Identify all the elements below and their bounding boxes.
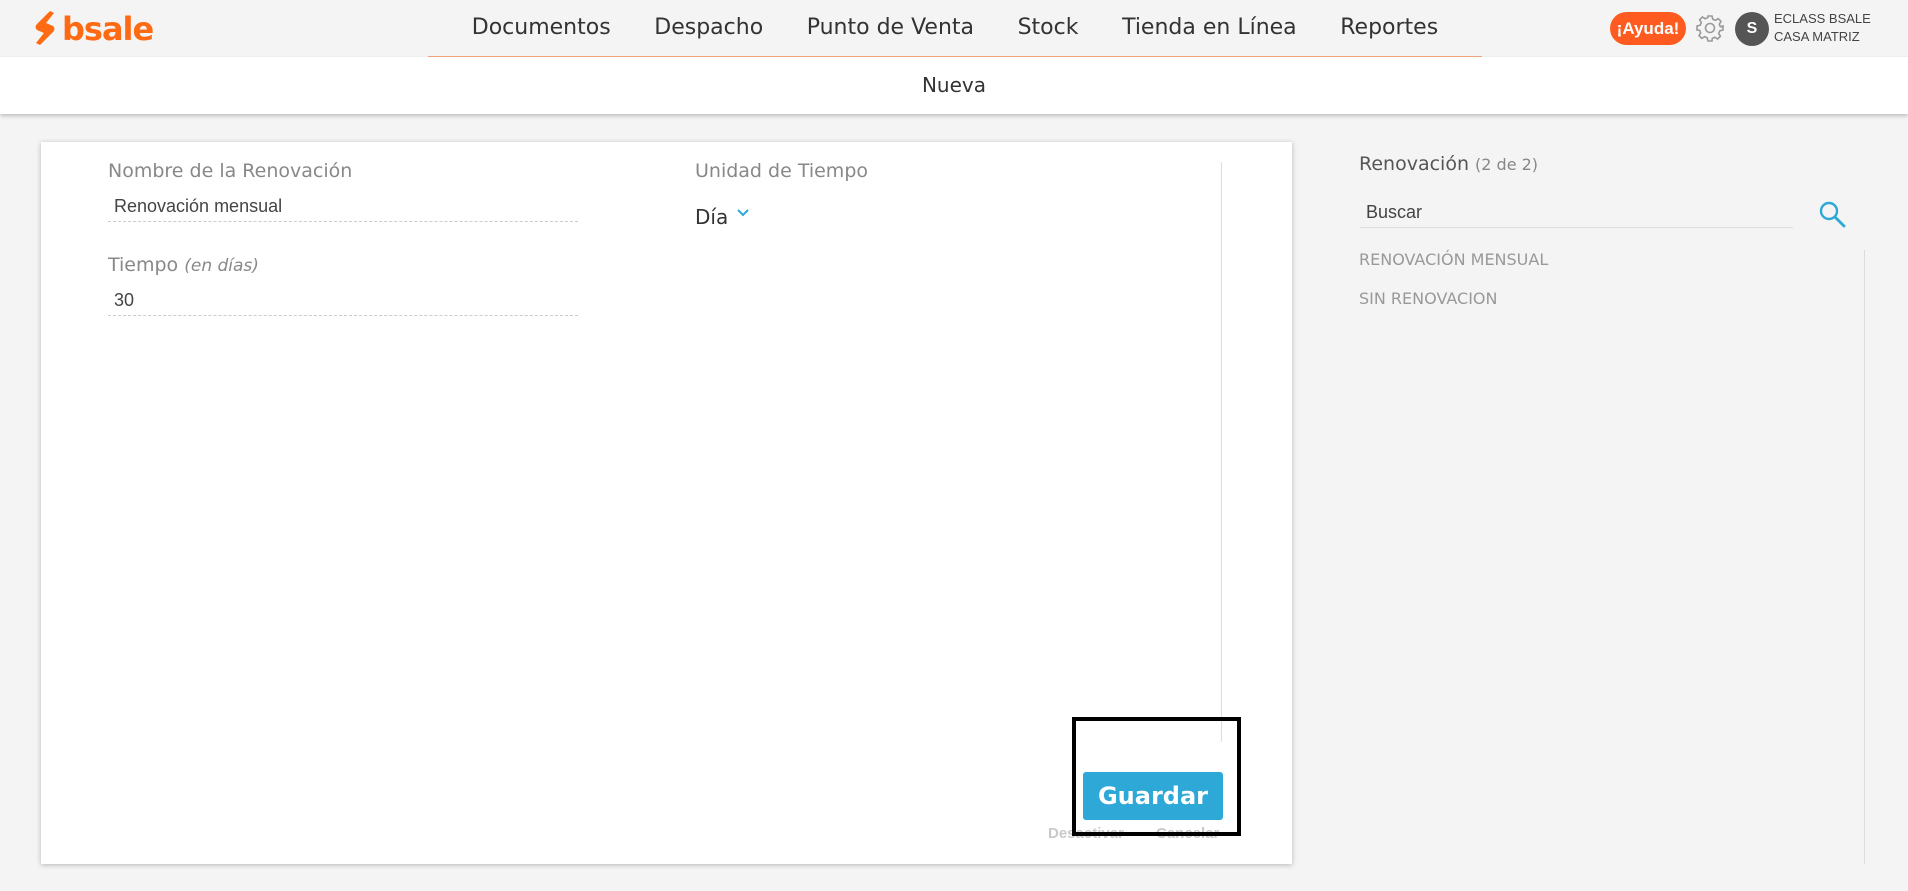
avatar[interactable]: S xyxy=(1735,12,1769,46)
nav-item-stock[interactable]: Stock xyxy=(1018,0,1079,57)
bsale-logo-icon xyxy=(35,11,55,45)
unit-select-value: Día xyxy=(695,205,729,229)
help-button[interactable]: ¡Ayuda! xyxy=(1610,12,1686,45)
company-info[interactable]: ECLASS BSALE CASA MATRIZ xyxy=(1774,10,1871,46)
time-label-text: Tiempo xyxy=(108,254,179,276)
nav-item-reportes[interactable]: Reportes xyxy=(1340,0,1438,57)
cancel-button[interactable]: Cancelar xyxy=(1156,825,1219,842)
bsale-logo[interactable]: bsale xyxy=(32,9,154,49)
gear-icon[interactable] xyxy=(1695,13,1725,43)
sidebar-title: Renovación (2 de 2) xyxy=(1359,153,1538,175)
company-name: ECLASS BSALE xyxy=(1774,11,1871,26)
search-icon[interactable] xyxy=(1818,200,1846,228)
search-input[interactable] xyxy=(1360,198,1793,228)
save-button[interactable]: Guardar xyxy=(1083,772,1223,820)
sub-header: Nueva xyxy=(0,57,1908,114)
time-input[interactable] xyxy=(108,286,578,316)
deactivate-button[interactable]: Desactivar xyxy=(1048,825,1124,842)
sidebar-divider xyxy=(1864,250,1865,864)
logo-text: bsale xyxy=(62,10,154,48)
top-bar: bsale Documentos Despacho Punto de Venta… xyxy=(0,0,1908,58)
vertical-divider xyxy=(1221,162,1222,742)
chevron-down-icon xyxy=(737,209,749,217)
nav-item-documentos[interactable]: Documentos xyxy=(472,0,611,57)
name-label: Nombre de la Renovación xyxy=(108,160,353,182)
time-label: Tiempo (en días) xyxy=(108,254,259,276)
sidebar-item-renovacion-mensual[interactable]: RENOVACIÓN MENSUAL xyxy=(1359,250,1548,269)
branch-name: CASA MATRIZ xyxy=(1774,29,1860,44)
sidebar-title-text: Renovación xyxy=(1359,153,1469,175)
main-nav: Documentos Despacho Punto de Venta Stock… xyxy=(428,0,1482,58)
unit-label: Unidad de Tiempo xyxy=(695,160,869,182)
sidebar-item-sin-renovacion[interactable]: SIN RENOVACION xyxy=(1359,289,1497,308)
unit-select[interactable]: Día xyxy=(695,205,750,229)
form-card: Nombre de la Renovación Tiempo (en días)… xyxy=(41,142,1292,864)
nav-item-punto-de-venta[interactable]: Punto de Venta xyxy=(807,0,974,57)
nav-item-tienda-en-linea[interactable]: Tienda en Línea xyxy=(1122,0,1297,57)
name-input[interactable] xyxy=(108,192,578,222)
nav-item-despacho[interactable]: Despacho xyxy=(654,0,763,57)
time-hint: (en días) xyxy=(184,256,259,276)
page-title[interactable]: Nueva xyxy=(922,57,986,113)
sidebar-count: (2 de 2) xyxy=(1475,155,1539,174)
